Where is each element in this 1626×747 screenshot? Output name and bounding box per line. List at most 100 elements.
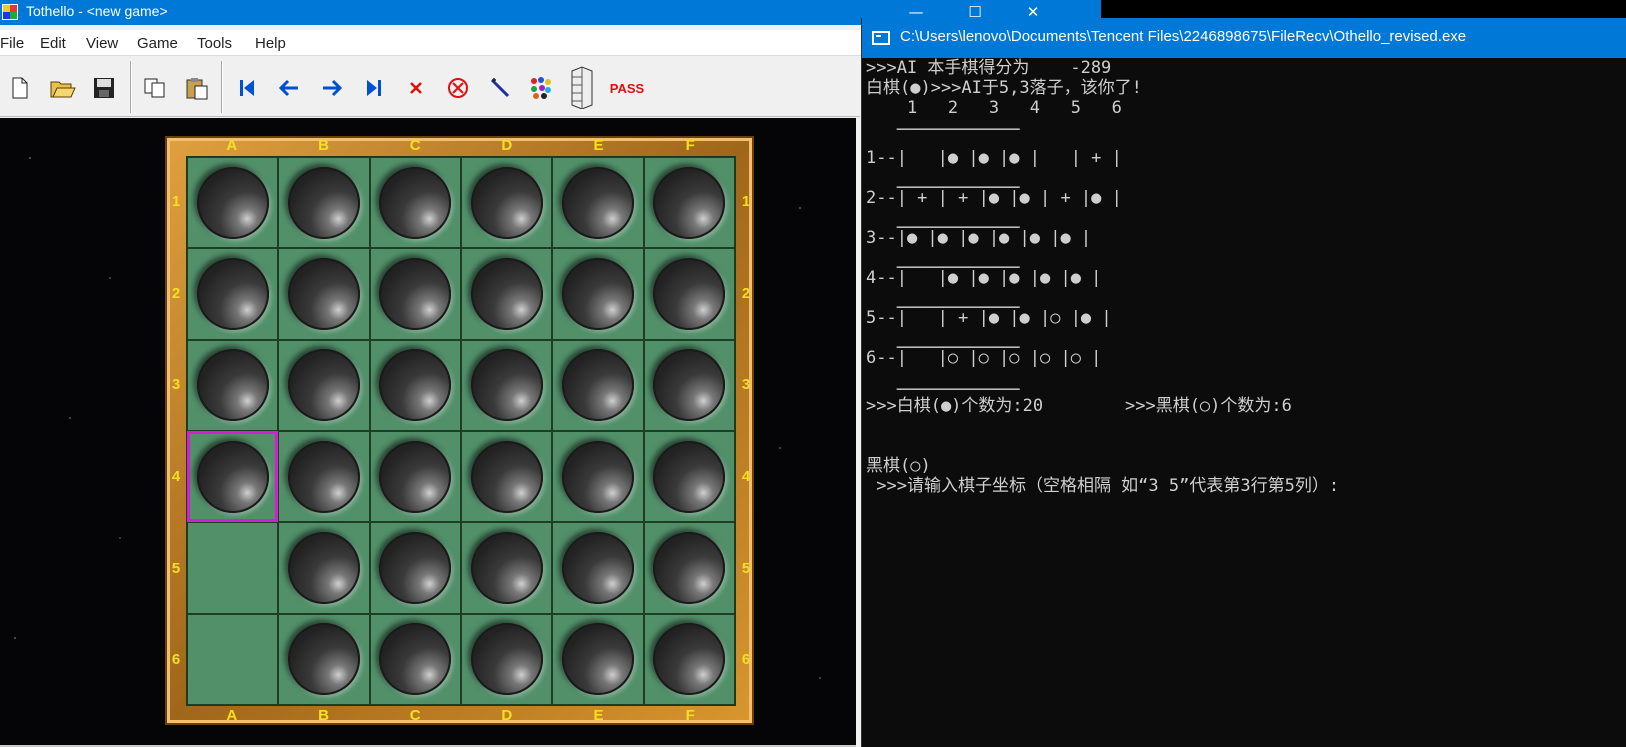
menu-view[interactable]: View: [86, 35, 118, 52]
menu-tools[interactable]: Tools: [197, 35, 232, 52]
window-title: Tothello - <new game>: [26, 3, 168, 19]
console-line: 3--|● |● |● |● |● |● |: [866, 228, 1092, 248]
console-line: >>>AI 本手棋得分为 -289: [866, 58, 1112, 78]
console-line: 1--| |● |● |● | | + |: [866, 148, 1122, 168]
board-cell-e6[interactable]: [552, 613, 644, 705]
console-line: 2--| + | + |● |● | + |● |: [866, 188, 1122, 208]
paste-icon[interactable]: [183, 74, 211, 102]
board-cell-c3[interactable]: [369, 339, 461, 431]
save-icon[interactable]: [90, 74, 118, 102]
console-output: >>>AI 本手棋得分为 -289 白棋(●)>>>AI于5,3落子，该你了! 1…: [866, 58, 1626, 747]
black-stone: [470, 623, 543, 696]
board-cell-e2[interactable]: [552, 248, 644, 340]
stop-icon[interactable]: [444, 74, 472, 102]
board-coordinate-label: 3: [741, 376, 751, 394]
next-move-icon[interactable]: [318, 74, 346, 102]
board-coordinate-label: 4: [171, 467, 181, 485]
board-cell-d6[interactable]: [461, 613, 553, 705]
black-stone: [653, 531, 726, 604]
black-stone: [561, 257, 634, 330]
board-cell-f6[interactable]: [643, 613, 735, 705]
black-stone: [653, 623, 726, 696]
app-icon: [2, 4, 18, 20]
black-stone: [379, 166, 452, 239]
board-coordinate-label: E: [593, 137, 604, 154]
black-stone: [379, 440, 452, 513]
board-cell-d5[interactable]: [461, 522, 553, 614]
board-cell-b3[interactable]: [278, 339, 370, 431]
board-cell-d3[interactable]: [461, 339, 553, 431]
console-line: 1 2 3 4 5 6: [866, 98, 1122, 118]
board-cell-d1[interactable]: [461, 157, 553, 249]
board-coordinate-label: A: [226, 137, 238, 154]
last-move-icon[interactable]: [360, 74, 388, 102]
board-cell-c5[interactable]: [369, 522, 461, 614]
console-line: 6--| |○ |○ |○ |○ |○ |: [866, 348, 1102, 368]
board-coordinate-label: C: [409, 707, 421, 724]
board-cell-e1[interactable]: [552, 157, 644, 249]
console-window: C:\Users\lenovo\Documents\Tencent Files\…: [861, 18, 1626, 747]
board-cell-f1[interactable]: [643, 157, 735, 249]
board-cell-c1[interactable]: [369, 157, 461, 249]
board-coordinate-label: 6: [741, 651, 751, 669]
console-title-bar[interactable]: C:\Users\lenovo\Documents\Tencent Files\…: [862, 18, 1626, 58]
black-stone: [653, 166, 726, 239]
pass-label: PASS: [609, 80, 645, 96]
board-cell-f3[interactable]: [643, 339, 735, 431]
black-stone: [561, 623, 634, 696]
board-cell-e5[interactable]: [552, 522, 644, 614]
board-cell-a3[interactable]: [187, 339, 279, 431]
first-move-icon[interactable]: [233, 74, 261, 102]
board-cell-b5[interactable]: [278, 522, 370, 614]
board-cell-f2[interactable]: [643, 248, 735, 340]
board-cell-c2[interactable]: [369, 248, 461, 340]
board-cell-f5[interactable]: [643, 522, 735, 614]
black-stone: [379, 349, 452, 422]
server-icon[interactable]: [567, 63, 595, 111]
board-coordinate-label: A: [226, 707, 238, 724]
colors-icon[interactable]: [527, 74, 555, 102]
black-stone: [561, 440, 634, 513]
board-coordinate-label: C: [409, 137, 421, 154]
pass-button[interactable]: PASS: [607, 74, 647, 102]
board-coordinate-label: B: [318, 137, 329, 154]
menu-game[interactable]: Game: [137, 35, 178, 52]
board-cell-e4[interactable]: [552, 431, 644, 523]
board-coordinate-label: 5: [741, 559, 751, 577]
toolbar-separator: [130, 61, 132, 113]
board-cell-e3[interactable]: [552, 339, 644, 431]
copy-icon[interactable]: [141, 74, 169, 102]
new-file-icon[interactable]: [6, 74, 34, 102]
console-line: >>>白棋(●)个数为:20 >>>黑棋(○)个数为:6: [866, 396, 1292, 416]
board-cell-b6[interactable]: [278, 613, 370, 705]
black-stone: [379, 531, 452, 604]
board-coordinate-label: 4: [741, 467, 751, 485]
menu-file[interactable]: File: [0, 35, 24, 52]
board-cell-a6[interactable]: [187, 613, 279, 705]
console-line: 白棋(●)>>>AI于5,3落子，该你了!: [866, 78, 1142, 98]
board-cell-c6[interactable]: [369, 613, 461, 705]
board-cell-c4[interactable]: [369, 431, 461, 523]
menu-help[interactable]: Help: [255, 35, 286, 52]
board-cell-b2[interactable]: [278, 248, 370, 340]
previous-move-icon[interactable]: [275, 74, 303, 102]
board-cell-b1[interactable]: [278, 157, 370, 249]
magic-wand-icon[interactable]: [486, 74, 514, 102]
board-cell-a2[interactable]: [187, 248, 279, 340]
board-cell-a5[interactable]: [187, 522, 279, 614]
console-line: 5--| | + |● |● |○ |● |: [866, 308, 1112, 328]
black-stone: [287, 440, 360, 513]
console-line: >>>请输入棋子坐标（空格相隔 如“3 5”代表第3行第5列）:: [866, 476, 1340, 496]
board-cell-d2[interactable]: [461, 248, 553, 340]
open-folder-icon[interactable]: [49, 74, 77, 102]
console-line: 4--| |● |● |● |● |● |: [866, 268, 1102, 288]
cancel-icon[interactable]: [402, 74, 430, 102]
board-cell-b4[interactable]: [278, 431, 370, 523]
menu-edit[interactable]: Edit: [40, 35, 66, 52]
board-cell-a4[interactable]: [187, 431, 279, 523]
board-coordinate-label: 3: [171, 376, 181, 394]
board-cell-d4[interactable]: [461, 431, 553, 523]
board-cell-f4[interactable]: [643, 431, 735, 523]
board-coordinate-label: 5: [171, 559, 181, 577]
board-cell-a1[interactable]: [187, 157, 279, 249]
